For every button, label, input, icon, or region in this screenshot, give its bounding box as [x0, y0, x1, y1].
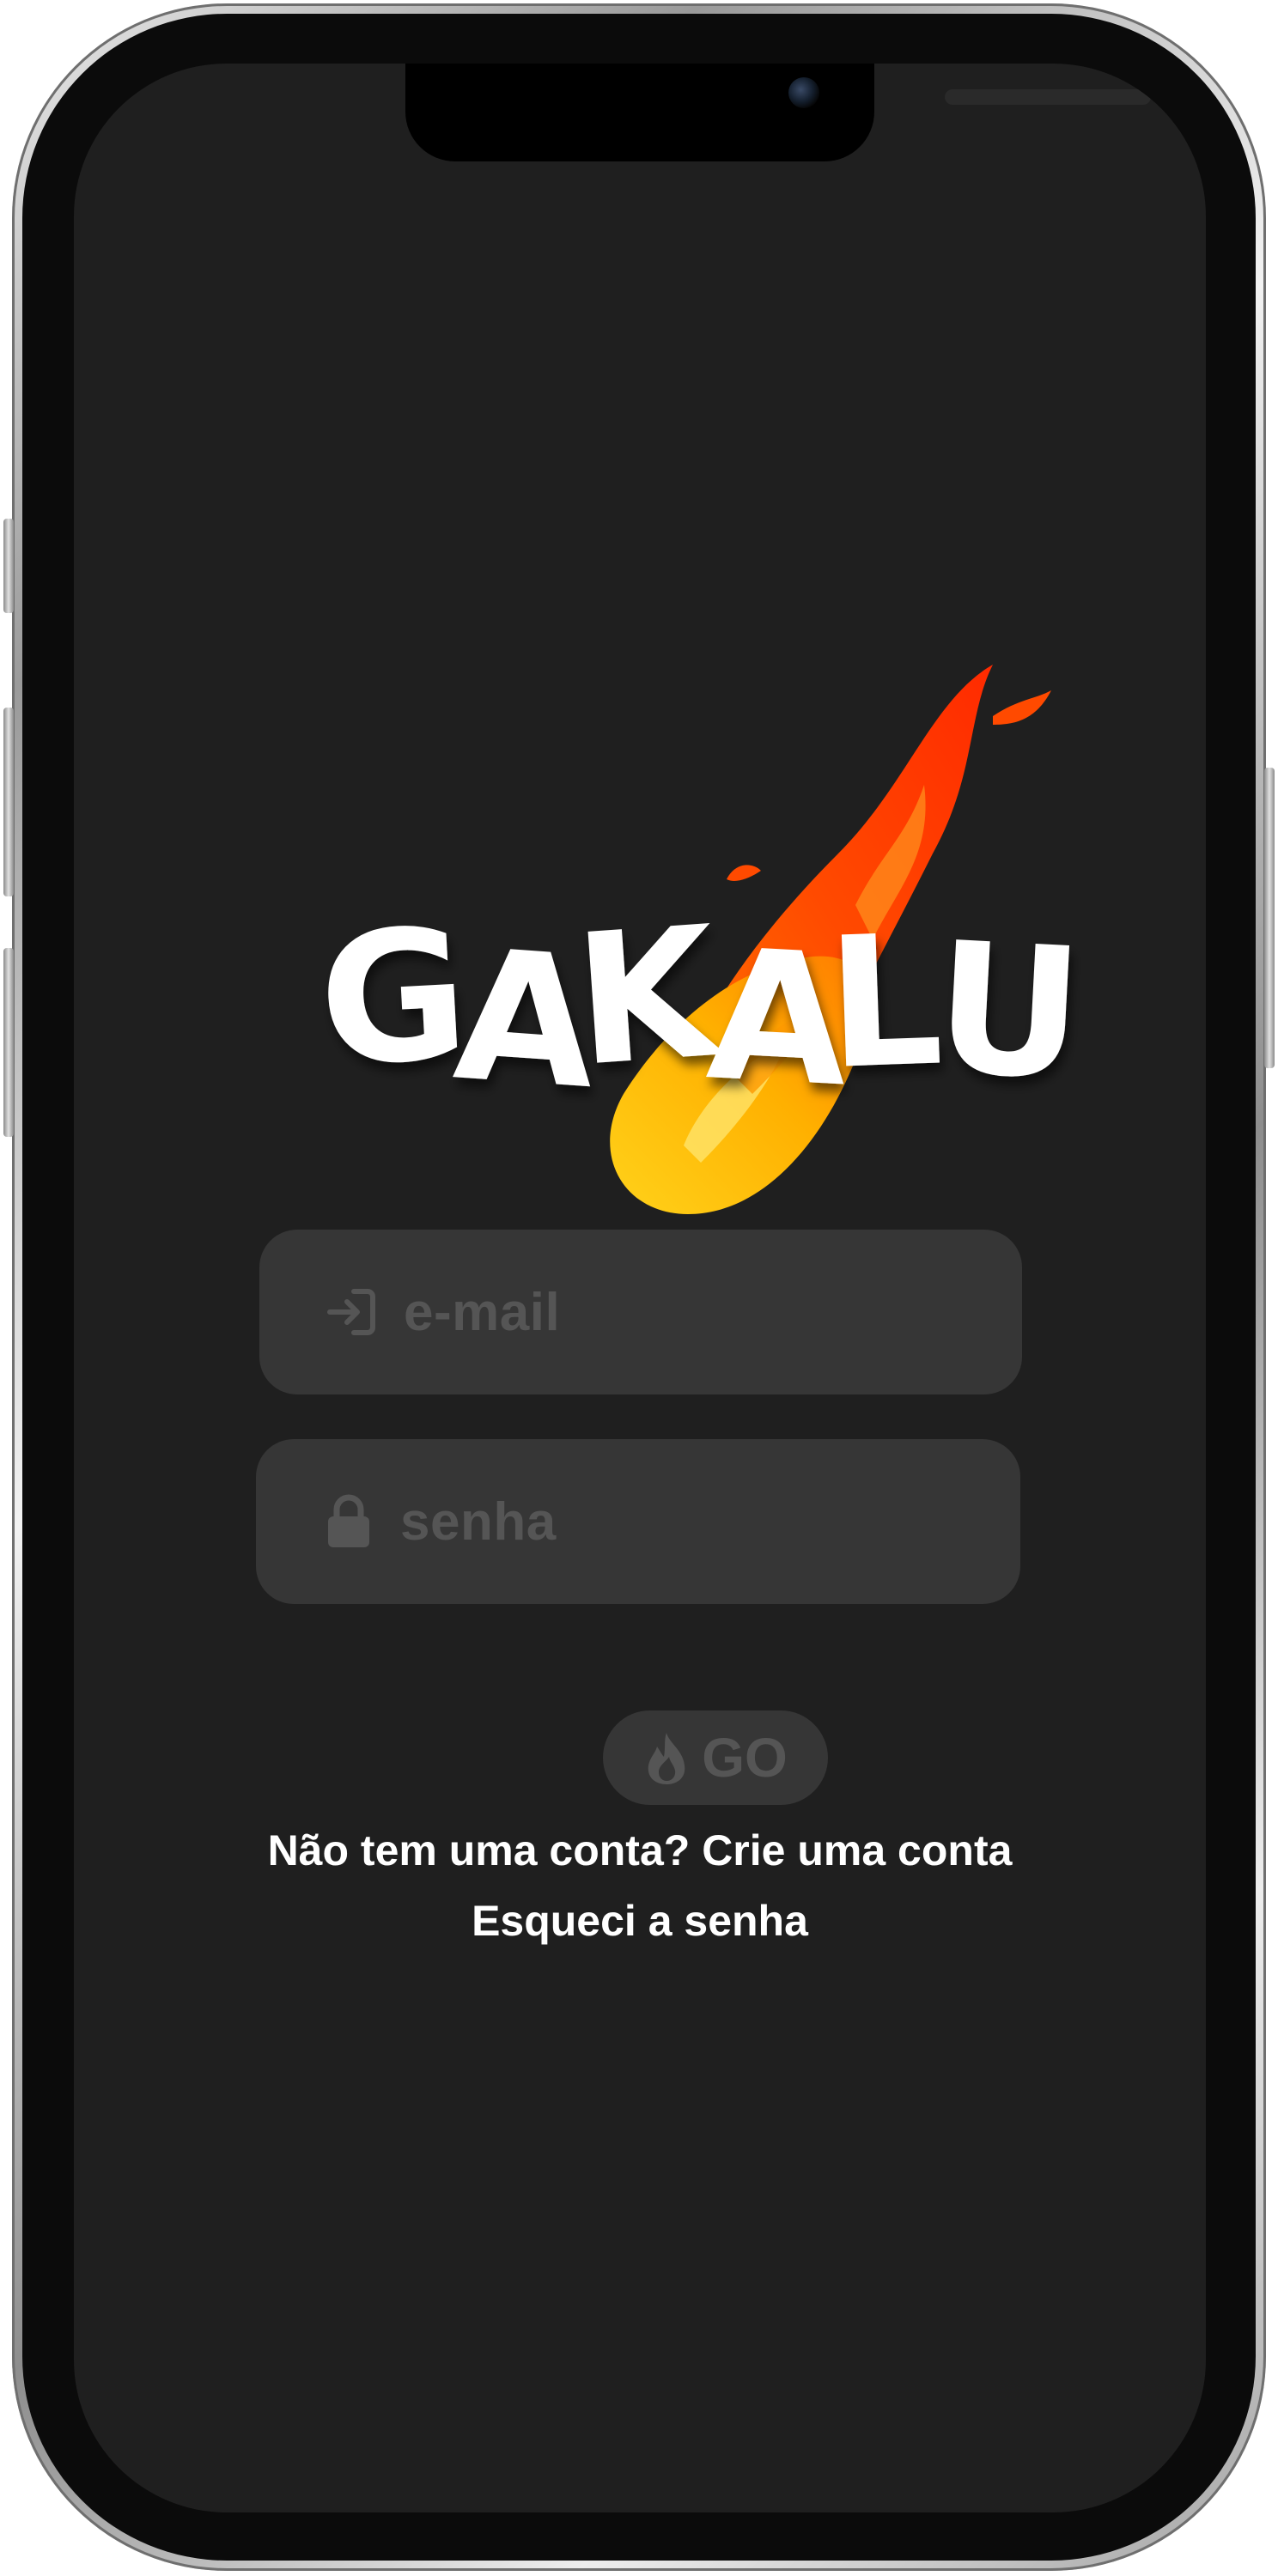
login-arrow-icon: [323, 1283, 381, 1341]
gakalu-logo: G A K A L U: [314, 665, 1088, 1214]
password-field[interactable]: senha: [256, 1439, 1020, 1604]
earpiece-speaker: [945, 89, 1151, 105]
mute-switch: [3, 519, 14, 613]
forgot-password-link[interactable]: Esqueci a senha: [74, 1896, 1206, 1946]
notch: [405, 64, 1151, 161]
front-camera: [788, 77, 819, 108]
email-placeholder: e-mail: [404, 1282, 561, 1342]
login-screen: G A K A L U e-mail senha GO Não tem uma …: [74, 64, 1206, 2512]
svg-text:G: G: [314, 889, 473, 1107]
email-field[interactable]: e-mail: [259, 1230, 1022, 1394]
volume-up-button: [3, 708, 14, 896]
lock-icon: [320, 1492, 378, 1551]
go-button[interactable]: GO: [603, 1710, 828, 1805]
svg-text:U: U: [930, 902, 1087, 1121]
volume-down-button: [3, 948, 14, 1137]
svg-text:L: L: [824, 895, 946, 1109]
flame-icon: [648, 1733, 685, 1784]
power-button: [1264, 768, 1275, 1068]
password-placeholder: senha: [400, 1492, 557, 1552]
signup-link[interactable]: Não tem uma conta? Crie uma conta: [74, 1826, 1206, 1875]
go-button-label: GO: [702, 1727, 788, 1789]
